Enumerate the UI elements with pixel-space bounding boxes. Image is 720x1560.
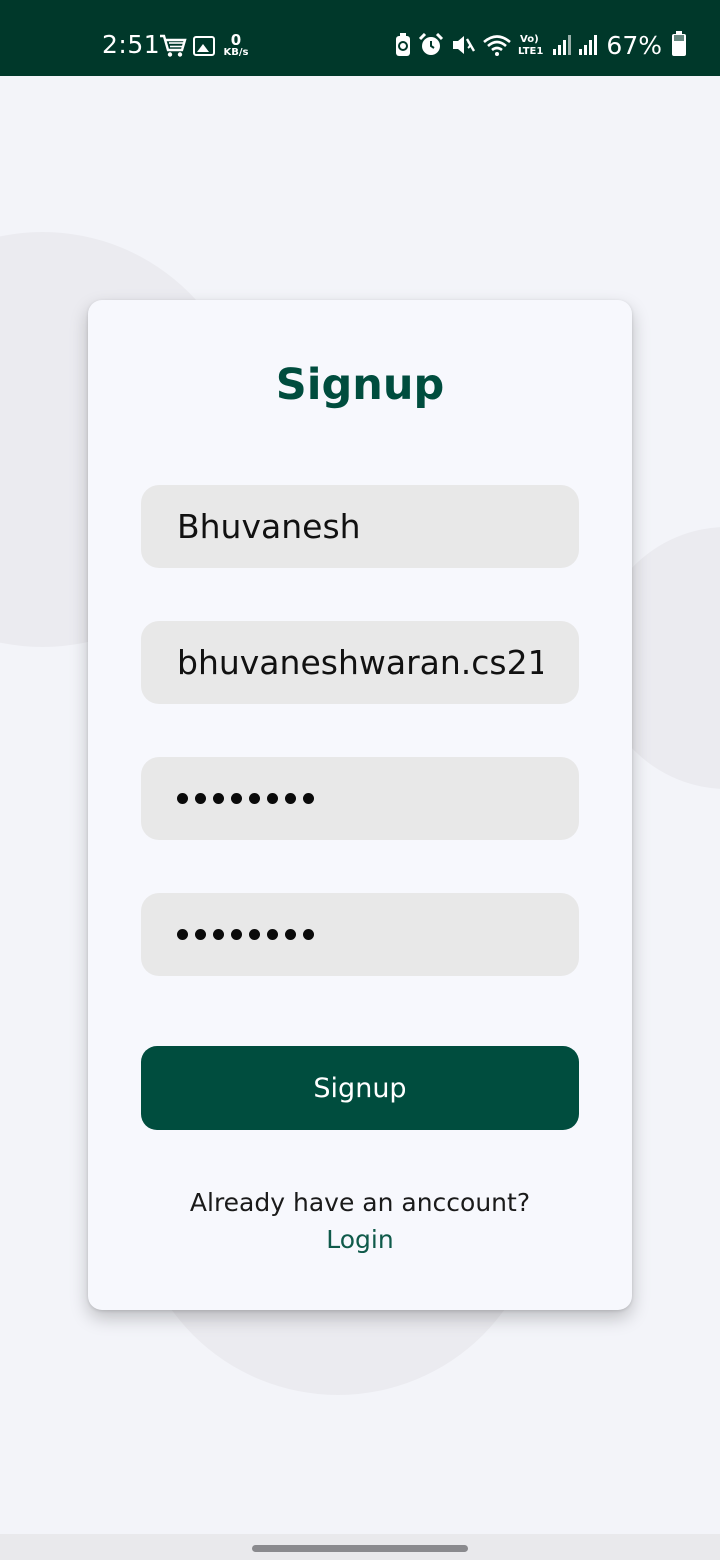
- mask-dot: [249, 929, 260, 940]
- signal-icon: [579, 35, 598, 55]
- mask-dot: [195, 929, 206, 940]
- page-title: Signup: [275, 360, 445, 410]
- mask-dot: [231, 929, 242, 940]
- home-gesture-handle[interactable]: [252, 1545, 468, 1552]
- mask-dot: [231, 793, 242, 804]
- mask-dot: [177, 929, 188, 940]
- email-field[interactable]: bhuvaneshwaran.cs21@: [141, 621, 579, 704]
- mask-dot: [267, 793, 278, 804]
- mask-dot: [303, 929, 314, 940]
- mask-dot: [177, 793, 188, 804]
- confirm-password-field[interactable]: [141, 893, 579, 976]
- signal-icon: [553, 35, 572, 55]
- email-field-value: bhuvaneshwaran.cs21@: [177, 643, 543, 682]
- mask-dot: [285, 929, 296, 940]
- password-mask: [177, 793, 314, 804]
- mask-dot: [303, 793, 314, 804]
- volte-label-top: Vo): [520, 34, 539, 45]
- mask-dot: [213, 929, 224, 940]
- wifi-icon: [483, 35, 512, 56]
- already-have-account-text: Already have an anccount?: [189, 1188, 531, 1217]
- mask-dot: [213, 793, 224, 804]
- battery-icon: [672, 31, 686, 56]
- mask-dot: [285, 793, 296, 804]
- signup-screen: 2:51 0 KB/s Vo) LTE1 67% Signup Bhuvanes…: [0, 0, 720, 1560]
- password-field[interactable]: [141, 757, 579, 840]
- name-field-value: Bhuvanesh: [177, 507, 361, 546]
- mask-dot: [267, 929, 278, 940]
- status-icons: Vo) LTE1 67%: [394, 30, 686, 60]
- gallery-icon: [193, 36, 215, 56]
- volte-icon: Vo) LTE1: [518, 34, 543, 57]
- volte-label-bottom: LTE1: [518, 46, 543, 57]
- login-link[interactable]: Login: [88, 1225, 632, 1254]
- mask-dot: [195, 793, 206, 804]
- cart-icon: [160, 34, 187, 57]
- net-speed-value: 0: [230, 31, 242, 49]
- confirm-password-mask: [177, 929, 314, 940]
- mask-dot: [249, 793, 260, 804]
- net-speed-unit: KB/s: [223, 47, 249, 58]
- mute-icon: [453, 36, 476, 54]
- recycle-icon: [396, 33, 411, 56]
- status-time: 2:51: [102, 30, 161, 59]
- signup-button[interactable]: Signup: [141, 1046, 579, 1130]
- net-speed-indicator: 0 KB/s: [222, 33, 250, 58]
- status-bar: 2:51 0 KB/s Vo) LTE1 67%: [0, 0, 720, 76]
- signup-card: Signup Bhuvanesh bhuvaneshwaran.cs21@ Si…: [88, 300, 632, 1310]
- battery-percent: 67%: [606, 30, 662, 60]
- navigation-bar: [0, 1534, 720, 1560]
- name-field[interactable]: Bhuvanesh: [141, 485, 579, 568]
- alarm-icon: [419, 33, 444, 55]
